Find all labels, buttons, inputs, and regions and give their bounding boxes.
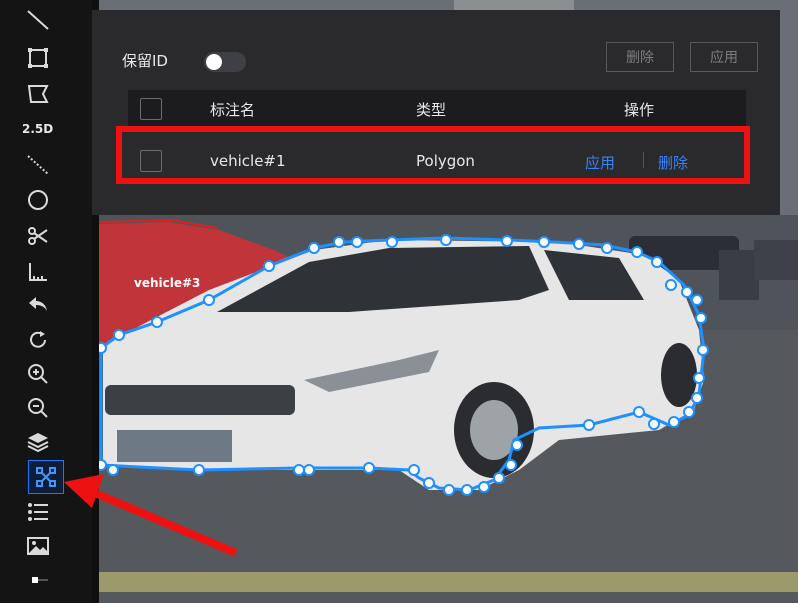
pointer-arrow bbox=[64, 474, 238, 557]
annotation-app: vehicle#3 2.5D 保留ID 删除 应用 标注名 类型 操作 vehi… bbox=[0, 0, 798, 603]
